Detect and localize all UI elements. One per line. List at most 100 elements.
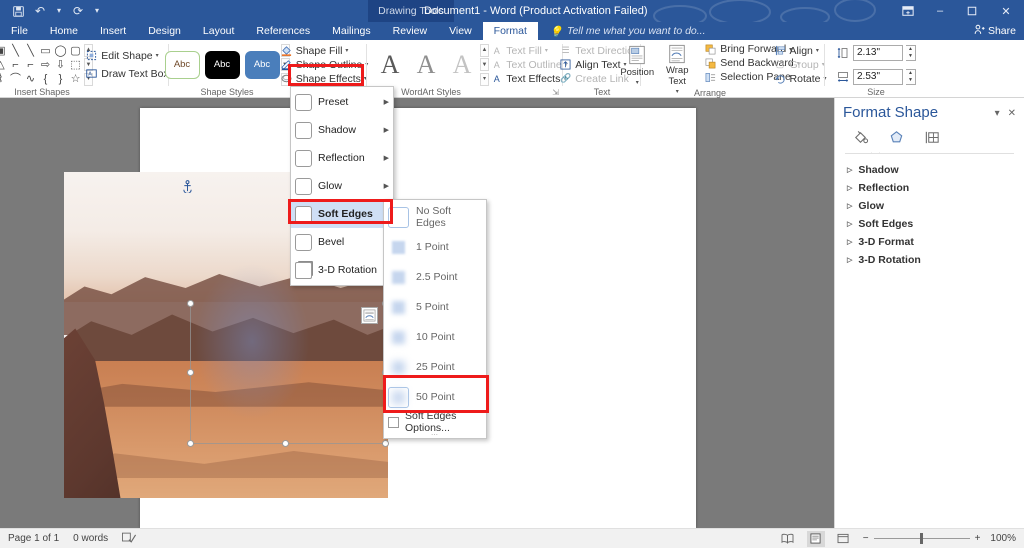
proofing-status-icon[interactable] bbox=[122, 532, 137, 546]
submenu-item-25-point[interactable]: 25 Point bbox=[384, 352, 486, 382]
shape-rectangle-icon[interactable]: ▭ bbox=[38, 44, 53, 58]
shape-arc-icon[interactable]: ⌒ bbox=[8, 72, 23, 86]
pane-section-reflection[interactable]: ▷ Reflection bbox=[835, 180, 1024, 196]
tab-view[interactable]: View bbox=[438, 22, 483, 40]
tab-references[interactable]: References bbox=[245, 22, 321, 40]
shape-effects-button[interactable]: Shape Effects ▾ bbox=[277, 72, 372, 86]
shape-elbow-connector-icon[interactable]: ⌐ bbox=[8, 58, 23, 72]
tab-insert[interactable]: Insert bbox=[89, 22, 137, 40]
customize-qat-icon[interactable]: ▾ bbox=[90, 2, 104, 20]
pane-section-shadow[interactable]: ▷ Shadow bbox=[835, 162, 1024, 178]
menu-item-3d-rotation[interactable]: 3-D Rotation ▶ bbox=[291, 256, 393, 284]
wordart-dialog-launcher-icon[interactable]: ⇲ bbox=[552, 87, 559, 98]
menu-item-bevel[interactable]: Bevel ▶ bbox=[291, 228, 393, 256]
group-button[interactable]: ▢ Group ▾ bbox=[771, 58, 830, 72]
shape-line-icon[interactable]: ╲ bbox=[8, 44, 23, 58]
text-fill-chevron-down-icon[interactable]: ▾ bbox=[545, 47, 548, 54]
edit-shape-chevron-down-icon[interactable]: ▾ bbox=[156, 52, 159, 59]
position-chevron-down-icon[interactable]: ▾ bbox=[636, 79, 639, 86]
shape-height-input[interactable]: 2.13" bbox=[853, 44, 903, 61]
shape-triangle-icon[interactable]: △ bbox=[0, 58, 8, 72]
shape-left-brace-icon[interactable]: { bbox=[38, 72, 53, 86]
restore-icon[interactable] bbox=[956, 0, 988, 22]
word-count[interactable]: 0 words bbox=[73, 533, 108, 544]
close-icon[interactable]: ✕ bbox=[1008, 108, 1016, 119]
undo-dropdown-icon[interactable]: ▾ bbox=[52, 2, 66, 20]
wordart-thumb-1[interactable]: A bbox=[373, 47, 407, 83]
selection-handle-bottom-left[interactable] bbox=[187, 440, 194, 447]
selection-handle-middle-left[interactable] bbox=[187, 369, 194, 376]
menu-item-soft-edges[interactable]: Soft Edges ▶ bbox=[291, 200, 393, 228]
effects-tab[interactable] bbox=[885, 127, 907, 147]
print-layout-view-button[interactable] bbox=[806, 530, 825, 547]
width-step-down-icon[interactable]: ▼ bbox=[906, 76, 915, 84]
pane-section-soft-edges[interactable]: ▷ Soft Edges bbox=[835, 216, 1024, 232]
pane-options-icon[interactable]: ▾ bbox=[995, 108, 1000, 119]
shape-fill-chevron-down-icon[interactable]: ▾ bbox=[345, 47, 348, 54]
tab-file[interactable]: File bbox=[0, 22, 39, 40]
save-icon[interactable] bbox=[8, 2, 28, 20]
shape-elbow-arrow-icon[interactable]: ⌐ bbox=[23, 58, 38, 72]
submenu-item-50-point[interactable]: 50 Point bbox=[384, 382, 486, 412]
width-step-up-icon[interactable]: ▲ bbox=[906, 69, 915, 77]
menu-item-reflection[interactable]: Reflection ▶ bbox=[291, 144, 393, 172]
align-button[interactable]: Align ▾ bbox=[771, 44, 830, 58]
shape-height-stepper[interactable]: ▲ ▼ bbox=[906, 44, 916, 61]
shape-curve-icon[interactable]: ∿ bbox=[23, 72, 38, 86]
soft-edges-submenu[interactable]: No Soft Edges 1 Point 2.5 Point 5 Point … bbox=[383, 199, 487, 439]
edit-shape-button[interactable]: Edit Shape ▾ bbox=[82, 47, 172, 65]
wordart-gallery[interactable]: A A A bbox=[373, 47, 479, 83]
tab-review[interactable]: Review bbox=[382, 22, 438, 40]
wrap-text-button[interactable]: Wrap Text ▾ bbox=[657, 42, 697, 95]
selection-handle-bottom-right[interactable] bbox=[382, 440, 389, 447]
wordart-thumb-2[interactable]: A bbox=[409, 47, 443, 83]
menu-item-preset[interactable]: Preset ▶ bbox=[291, 88, 393, 116]
shape-line-arrow-icon[interactable]: ╲ bbox=[23, 44, 38, 58]
zoom-slider[interactable]: − + bbox=[863, 533, 980, 544]
share-button[interactable]: Share bbox=[974, 22, 1016, 40]
web-layout-view-button[interactable] bbox=[835, 531, 853, 547]
minimize-icon[interactable]: – bbox=[924, 0, 956, 22]
redo-icon[interactable]: ⟳ bbox=[68, 2, 88, 20]
ribbon-display-options-icon[interactable] bbox=[892, 0, 924, 22]
page-info[interactable]: Page 1 of 1 bbox=[8, 533, 59, 544]
menu-item-glow[interactable]: Glow ▶ bbox=[291, 172, 393, 200]
shape-style-thumb-1[interactable]: Abc bbox=[164, 50, 200, 79]
read-mode-view-button[interactable] bbox=[779, 531, 797, 547]
layout-options-icon[interactable] bbox=[361, 307, 378, 324]
shape-right-arrow-icon[interactable]: ⇨ bbox=[38, 58, 53, 72]
tab-layout[interactable]: Layout bbox=[192, 22, 246, 40]
shape-outline-button[interactable]: Shape Outline ▾ bbox=[277, 58, 372, 72]
shape-effects-dropdown-menu[interactable]: Preset ▶ Shadow ▶ Reflection ▶ Glow ▶ So… bbox=[290, 86, 394, 286]
zoom-out-button[interactable]: − bbox=[863, 533, 869, 544]
tab-mailings[interactable]: Mailings bbox=[321, 22, 382, 40]
shape-width-input[interactable]: 2.53" bbox=[853, 68, 903, 85]
pane-section-3d-rotation[interactable]: ▷ 3-D Rotation bbox=[835, 252, 1024, 268]
tab-home[interactable]: Home bbox=[39, 22, 89, 40]
submenu-item-10-point[interactable]: 10 Point bbox=[384, 322, 486, 352]
shape-right-brace-icon[interactable]: } bbox=[53, 72, 68, 86]
soft-edges-options-item[interactable]: Soft Edges Options... bbox=[384, 410, 486, 434]
submenu-item-2-5-point[interactable]: 2.5 Point bbox=[384, 262, 486, 292]
wordart-thumb-3[interactable]: A bbox=[445, 47, 479, 83]
rotate-button[interactable]: Rotate ▾ bbox=[771, 72, 830, 86]
zoom-level[interactable]: 100% bbox=[990, 533, 1016, 544]
shape-width-stepper[interactable]: ▲ ▼ bbox=[906, 68, 916, 85]
selection-handle-bottom-center[interactable] bbox=[282, 440, 289, 447]
shape-fill-button[interactable]: Shape Fill ▾ bbox=[277, 44, 372, 58]
shape-styles-gallery[interactable]: Abc Abc Abc bbox=[164, 50, 280, 79]
fill-and-line-tab[interactable] bbox=[849, 127, 871, 147]
zoom-thumb[interactable] bbox=[919, 533, 923, 544]
shape-style-thumb-2[interactable]: Abc bbox=[204, 50, 240, 79]
shape-selection-frame[interactable] bbox=[187, 300, 389, 447]
tab-format[interactable]: Format bbox=[482, 22, 538, 40]
submenu-item-no-soft-edges[interactable]: No Soft Edges bbox=[384, 202, 486, 232]
menu-item-shadow[interactable]: Shadow ▶ bbox=[291, 116, 393, 144]
close-icon[interactable]: ✕ bbox=[988, 0, 1024, 22]
draw-text-box-button[interactable]: A Draw Text Box bbox=[82, 65, 172, 83]
position-button[interactable]: Position ▾ bbox=[617, 42, 657, 88]
undo-icon[interactable]: ↶ bbox=[30, 2, 50, 20]
shape-oval-icon[interactable]: ◯ bbox=[53, 44, 68, 58]
submenu-item-1-point[interactable]: 1 Point bbox=[384, 232, 486, 262]
tab-design[interactable]: Design bbox=[137, 22, 192, 40]
